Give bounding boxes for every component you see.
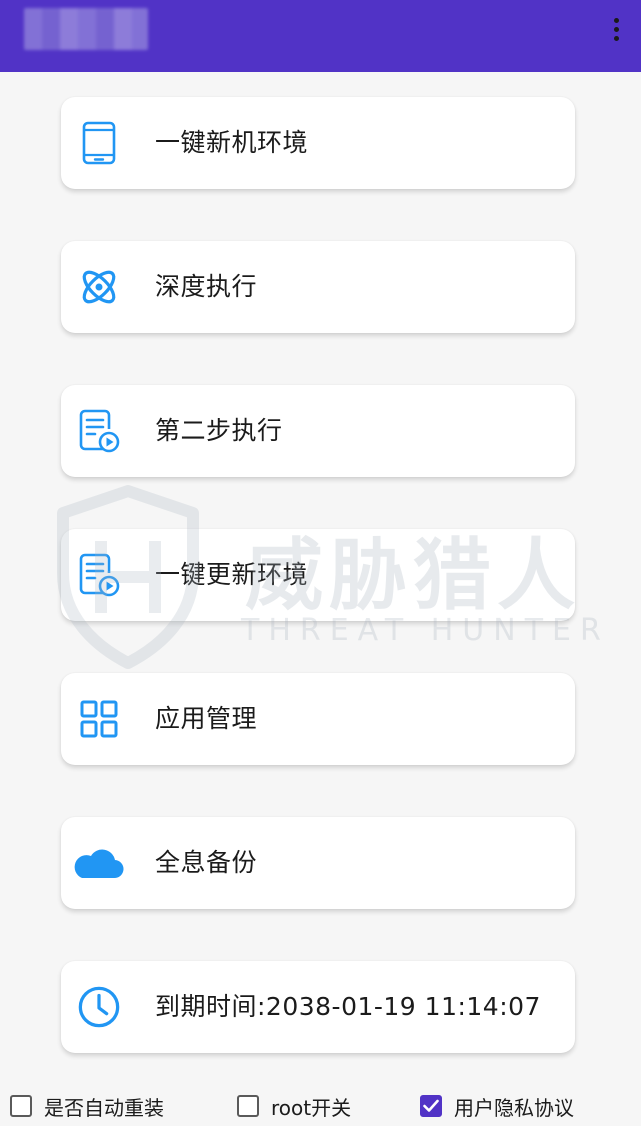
clock-icon	[77, 985, 121, 1029]
expiry-time-card: 到期时间:2038-01-19 11:14:07	[61, 961, 575, 1053]
atom-icon	[77, 265, 121, 309]
checkbox-box[interactable]	[237, 1095, 259, 1117]
check-icon	[423, 1099, 439, 1112]
phone-icon	[77, 121, 121, 165]
auto-reinstall-label: 是否自动重装	[44, 1095, 164, 1120]
auto-reinstall-checkbox[interactable]: 是否自动重装	[10, 1092, 164, 1120]
more-vert-icon[interactable]	[605, 12, 627, 46]
checkbox-box-checked[interactable]	[420, 1095, 442, 1117]
app-title-redacted	[24, 8, 148, 50]
card-label: 全息备份	[155, 848, 258, 877]
options-bar: 是否自动重装 root开关 用户隐私协议	[0, 1084, 641, 1126]
deep-execute-button[interactable]: 深度执行	[61, 241, 575, 333]
root-switch-checkbox[interactable]: root开关	[237, 1092, 351, 1120]
card-label: 一键更新环境	[155, 560, 309, 589]
document-play-icon	[77, 553, 121, 597]
checkbox-box[interactable]	[10, 1095, 32, 1117]
document-play-icon	[77, 409, 121, 453]
update-environment-button[interactable]: 一键更新环境	[61, 529, 575, 621]
grid-icon	[77, 697, 121, 741]
expiry-time-label: 到期时间:2038-01-19 11:14:07	[155, 992, 541, 1021]
new-device-environment-button[interactable]: 一键新机环境	[61, 97, 575, 189]
card-label: 第二步执行	[155, 416, 283, 445]
privacy-agreement-checkbox[interactable]: 用户隐私协议	[420, 1092, 574, 1120]
second-step-execute-button[interactable]: 第二步执行	[61, 385, 575, 477]
card-label: 应用管理	[155, 704, 258, 733]
app-management-button[interactable]: 应用管理	[61, 673, 575, 765]
card-label: 深度执行	[155, 272, 258, 301]
holographic-backup-button[interactable]: 全息备份	[61, 817, 575, 909]
root-switch-label: root开关	[271, 1095, 352, 1120]
cloud-icon	[71, 841, 125, 885]
app-bar	[0, 0, 641, 72]
privacy-agreement-label: 用户隐私协议	[454, 1095, 574, 1120]
card-label: 一键新机环境	[155, 128, 309, 157]
